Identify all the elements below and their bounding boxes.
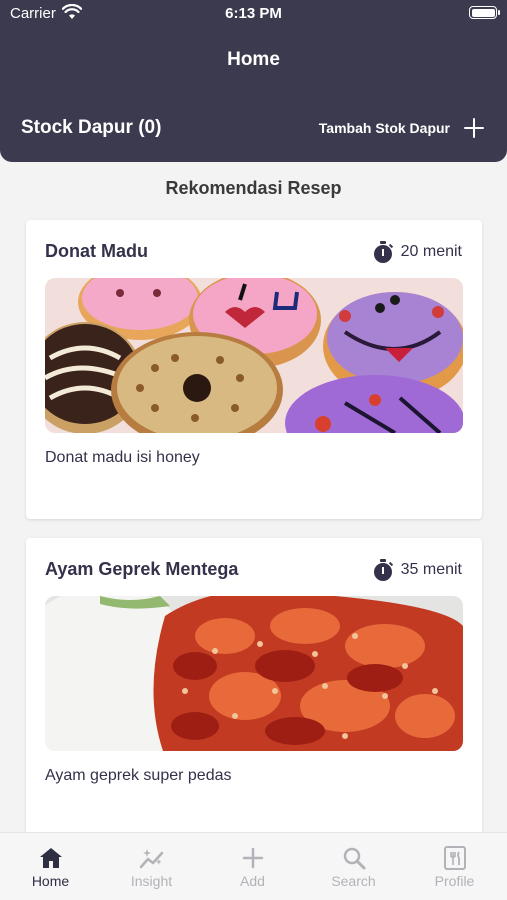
recipe-card[interactable]: Ayam Geprek Mentega 35 menit Ayam geprek… — [26, 538, 482, 838]
tab-label: Insight — [130, 873, 173, 889]
section-title: Rekomendasi Resep — [165, 178, 342, 198]
tab-profile[interactable]: Profile — [404, 833, 505, 900]
recipe-description: Donat madu isi honey — [45, 449, 200, 466]
tab-label: Search — [331, 873, 376, 889]
status-time: 6:13 PM — [225, 5, 282, 22]
insight-icon — [139, 849, 164, 869]
tab-label: Profile — [434, 873, 475, 889]
battery-icon — [469, 6, 500, 19]
tab-add[interactable]: Add — [202, 833, 303, 900]
recipe-card[interactable]: Donat Madu 20 menit Donat madu isi honey — [26, 220, 482, 519]
tab-label: Home — [31, 873, 70, 889]
donut-photo — [45, 278, 463, 433]
recipe-time-label: 35 menit — [400, 561, 462, 578]
plus-icon — [464, 118, 484, 138]
tab-search[interactable]: Search — [303, 833, 404, 900]
tab-label: Add — [240, 873, 265, 889]
add-stock-label: Tambah Stok Dapur — [318, 120, 450, 136]
recipe-description: Ayam geprek super pedas — [45, 767, 232, 784]
recipe-time-label: 20 menit — [400, 243, 462, 260]
home-icon — [40, 848, 62, 868]
recipe-time: 20 menit — [373, 241, 462, 263]
search-icon — [343, 847, 366, 870]
recipe-title: Donat Madu — [45, 241, 148, 261]
add-stock-button[interactable]: Tambah Stok Dapur — [319, 116, 484, 140]
app-header: Carrier 6:13 PM Home Stock Dapur (0) Tam… — [0, 0, 507, 162]
fried-chicken-photo — [45, 596, 463, 751]
recipe-time: 35 menit — [373, 559, 462, 581]
timer-icon — [373, 241, 393, 263]
tab-insight[interactable]: Insight — [101, 833, 202, 900]
recipe-title: Ayam Geprek Mentega — [45, 559, 239, 579]
stock-dapur-title[interactable]: Stock Dapur (0) — [21, 117, 161, 139]
tab-bar: Home Insight Add Search Profile — [0, 832, 507, 900]
status-bar: Carrier 6:13 PM — [0, 0, 507, 28]
timer-icon — [373, 559, 393, 581]
profile-icon — [444, 846, 466, 870]
page-title: Home — [227, 49, 280, 70]
add-icon — [242, 847, 264, 869]
tab-home[interactable]: Home — [0, 833, 101, 900]
